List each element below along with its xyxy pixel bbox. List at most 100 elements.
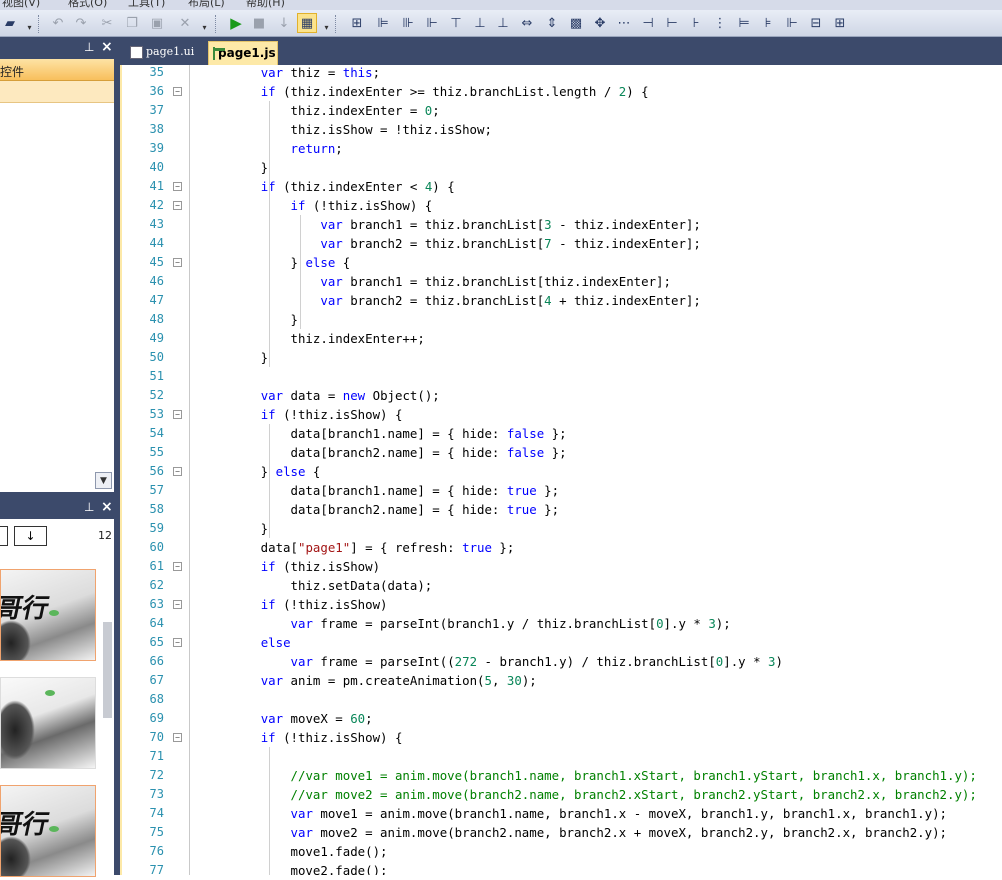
toolbox-tab-common-controls[interactable]: 常用控件: [0, 59, 114, 81]
fold-toggle-icon[interactable]: −: [173, 182, 182, 191]
horizontal-spacing-icon[interactable]: ⋯: [614, 13, 634, 33]
run-dropdown[interactable]: ▾: [322, 14, 331, 32]
align-bottom-icon[interactable]: ⊥: [493, 13, 513, 33]
grid-toggle-icon[interactable]: ▦: [297, 13, 317, 33]
delete-icon[interactable]: ✕: [175, 13, 195, 33]
code-line[interactable]: }: [201, 310, 298, 329]
code-line[interactable]: //var move2 = anim.move(branch2.name, br…: [201, 785, 977, 804]
menu-format[interactable]: 格式(O): [68, 0, 107, 10]
nav-down-button[interactable]: ↓: [14, 526, 47, 546]
align-center-icon[interactable]: ⊪: [398, 13, 418, 33]
code-line[interactable]: } else {: [201, 462, 321, 481]
tab-page1-ui[interactable]: page1.ui: [126, 41, 206, 65]
code-line[interactable]: move2.fade();: [201, 861, 388, 875]
code-line[interactable]: }: [201, 158, 268, 177]
pin-icon[interactable]: ⊥: [84, 40, 94, 54]
align-top-icon[interactable]: ⊤: [446, 13, 466, 33]
code-line[interactable]: //var move1 = anim.move(branch1.name, br…: [201, 766, 977, 785]
remove-v-spacing-icon[interactable]: ⊩: [782, 13, 802, 33]
cut-icon[interactable]: ✂: [97, 13, 117, 33]
code-line[interactable]: var data = new Object();: [201, 386, 440, 405]
code-line[interactable]: return;: [201, 139, 343, 158]
fold-toggle-icon[interactable]: −: [173, 201, 182, 210]
code-line[interactable]: if (thiz.isShow): [201, 557, 380, 576]
code-editor[interactable]: 35 36−37 38 39 40 41−42−43 44 45−46 47 48 49 50 51 52…: [120, 65, 1002, 877]
page-thumbnail[interactable]: 哥行: [0, 785, 96, 877]
code-line[interactable]: if (!thiz.isShow) {: [201, 728, 403, 747]
step-down-icon[interactable]: ↓: [274, 13, 294, 33]
toolbar-overflow-dropdown[interactable]: ▾: [25, 14, 34, 32]
code-line[interactable]: var branch1 = thiz.branchList[3 - thiz.i…: [201, 215, 700, 234]
code-line[interactable]: else: [201, 633, 291, 652]
align-left-icon[interactable]: ⊫: [373, 13, 393, 33]
menu-view[interactable]: 视图(V): [2, 0, 40, 10]
redo-icon[interactable]: ↷: [71, 13, 91, 33]
undo-icon[interactable]: ↶: [48, 13, 68, 33]
tab-page1-js[interactable]: page1.js: [208, 41, 278, 65]
page-thumbnail[interactable]: [0, 677, 96, 769]
code-line[interactable]: thiz.indexEnter = 0;: [201, 101, 440, 120]
increase-v-spacing-icon[interactable]: ⊨: [734, 13, 754, 33]
increase-h-spacing-icon[interactable]: ⊣: [638, 13, 658, 33]
fold-toggle-icon[interactable]: −: [173, 600, 182, 609]
decrease-h-spacing-icon[interactable]: ⊢: [662, 13, 682, 33]
nav-up-button[interactable]: [0, 526, 8, 546]
copy-icon[interactable]: ❐: [122, 13, 142, 33]
code-line[interactable]: var move2 = anim.move(branch2.name, bran…: [201, 823, 947, 842]
fold-toggle-icon[interactable]: −: [173, 258, 182, 267]
center-icon[interactable]: ✥: [590, 13, 610, 33]
menu-help[interactable]: 帮助(H): [246, 0, 285, 10]
save-all-icon[interactable]: ▰: [0, 13, 20, 33]
code-line[interactable]: if (thiz.indexEnter >= thiz.branchList.l…: [201, 82, 649, 101]
code-line[interactable]: data[branch2.name] = { hide: true };: [201, 500, 560, 519]
scroll-down-icon[interactable]: ▼: [95, 472, 112, 489]
code-line[interactable]: data[branch2.name] = { hide: false };: [201, 443, 567, 462]
code-line[interactable]: if (!thiz.isShow) {: [201, 196, 433, 215]
center-horizontally-icon[interactable]: ⊟: [806, 13, 826, 33]
fold-toggle-icon[interactable]: −: [173, 410, 182, 419]
code-line[interactable]: } else {: [201, 253, 351, 272]
align-middle-icon[interactable]: ⊥: [470, 13, 490, 33]
code-line[interactable]: var frame = parseInt((272 - branch1.y) /…: [201, 652, 783, 671]
code-line[interactable]: thiz.setData(data);: [201, 576, 433, 595]
code-line[interactable]: var frame = parseInt(branch1.y / thiz.br…: [201, 614, 731, 633]
fold-toggle-icon[interactable]: −: [173, 562, 182, 571]
code-area[interactable]: var thiz = this; if (thiz.indexEnter >= …: [201, 65, 1002, 875]
code-line[interactable]: }: [201, 348, 268, 367]
code-line[interactable]: data["page1"] = { refresh: true };: [201, 538, 515, 557]
code-line[interactable]: thiz.isShow = !thiz.isShow;: [201, 120, 492, 139]
paste-icon[interactable]: ▣: [147, 13, 167, 33]
decrease-v-spacing-icon[interactable]: ⊧: [758, 13, 778, 33]
code-line[interactable]: var branch2 = thiz.branchList[7 - thiz.i…: [201, 234, 700, 253]
fold-toggle-icon[interactable]: −: [173, 733, 182, 742]
center-vertically-icon[interactable]: ⊞: [830, 13, 850, 33]
pin-icon[interactable]: ⊥: [84, 500, 94, 514]
code-line[interactable]: }: [201, 519, 268, 538]
close-icon[interactable]: ×: [101, 39, 113, 55]
menu-layout[interactable]: 布局(L): [188, 0, 225, 10]
code-line[interactable]: var move1 = anim.move(branch1.name, bran…: [201, 804, 947, 823]
code-line[interactable]: var branch2 = thiz.branchList[4 + thiz.i…: [201, 291, 700, 310]
toolbox-tab-selected[interactable]: [0, 81, 114, 103]
edit-dropdown[interactable]: ▾: [200, 14, 209, 32]
run-icon[interactable]: ▶: [226, 13, 246, 33]
code-line[interactable]: if (!thiz.isShow): [201, 595, 388, 614]
stop-icon[interactable]: ■: [249, 13, 269, 33]
menu-tools[interactable]: 工具(T): [128, 0, 165, 10]
align-grid-icon[interactable]: ⊞: [347, 13, 367, 33]
fold-toggle-icon[interactable]: −: [173, 467, 182, 476]
align-right-icon[interactable]: ⊩: [422, 13, 442, 33]
code-line[interactable]: var anim = pm.createAnimation(5, 30);: [201, 671, 537, 690]
code-line[interactable]: var branch1 = thiz.branchList[thiz.index…: [201, 272, 671, 291]
thumbnail-scrollbar[interactable]: [103, 622, 112, 718]
code-line[interactable]: if (!thiz.isShow) {: [201, 405, 403, 424]
fold-toggle-icon[interactable]: −: [173, 638, 182, 647]
code-line[interactable]: move1.fade();: [201, 842, 388, 861]
remove-h-spacing-icon[interactable]: ⊦: [686, 13, 706, 33]
code-line[interactable]: data[branch1.name] = { hide: true };: [201, 481, 560, 500]
code-line[interactable]: var moveX = 60;: [201, 709, 373, 728]
same-width-icon[interactable]: ⇔: [517, 13, 537, 33]
code-line[interactable]: thiz.indexEnter++;: [201, 329, 425, 348]
same-size-icon[interactable]: ▩: [566, 13, 586, 33]
code-line[interactable]: var thiz = this;: [201, 65, 380, 82]
